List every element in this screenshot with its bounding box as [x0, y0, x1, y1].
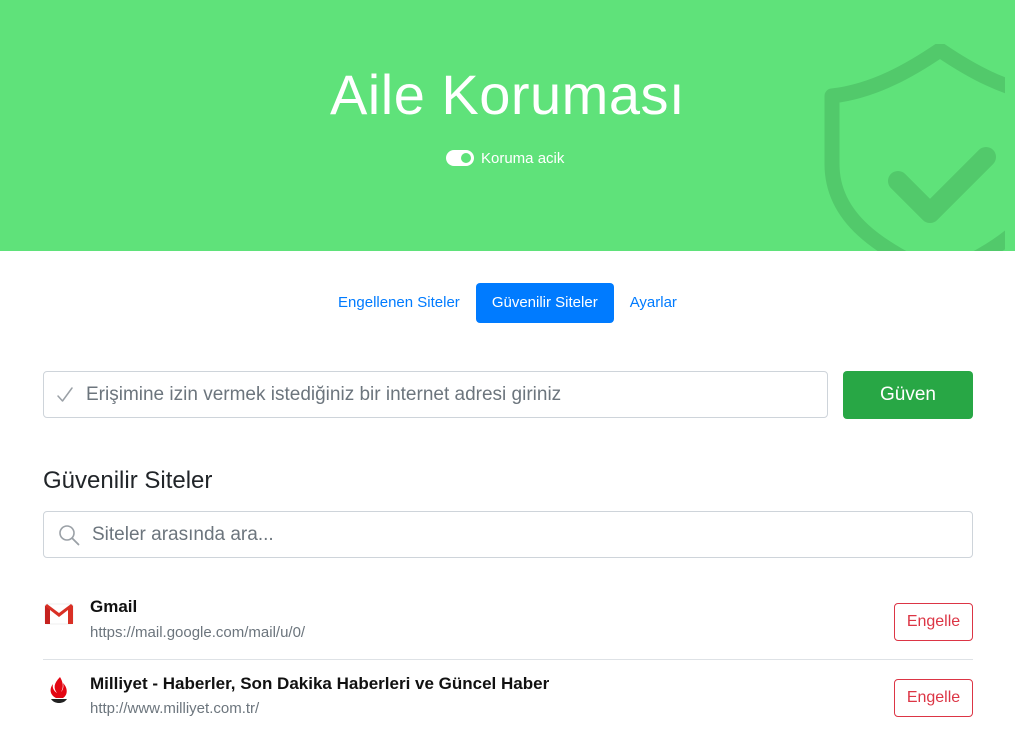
hero-banner: Aile Koruması Koruma acik [0, 0, 1015, 251]
page-title: Aile Koruması [329, 63, 686, 126]
site-title: Gmail [90, 597, 138, 616]
site-url: https://mail.google.com/mail/u/0/ [90, 624, 306, 641]
trusted-site-list: Gmail https://mail.google.com/mail/u/0/ … [43, 582, 973, 736]
protection-toggle-row: Koruma acik [446, 148, 564, 168]
add-site-field [43, 371, 828, 418]
check-icon [57, 386, 73, 402]
milliyet-icon [50, 677, 67, 703]
list-item: Milliyet - Haberler, Son Dakika Haberler… [43, 659, 973, 736]
section-title: Güvenilir Siteler [43, 467, 213, 494]
site-title: Milliyet - Haberler, Son Dakika Haberler… [90, 674, 550, 693]
block-button[interactable]: Engelle [894, 603, 973, 641]
gmail-icon [44, 603, 74, 625]
trust-button[interactable]: Güven [843, 371, 973, 419]
toggle-knob [461, 153, 471, 163]
tab-bar: Engellenen Siteler Güvenilir Siteler Aya… [0, 283, 1015, 323]
protection-toggle[interactable] [446, 150, 474, 166]
tab-settings[interactable]: Ayarlar [614, 283, 693, 323]
site-search-input[interactable] [90, 511, 972, 558]
site-search-field [43, 511, 973, 558]
list-item: Gmail https://mail.google.com/mail/u/0/ … [43, 582, 973, 659]
block-button[interactable]: Engelle [894, 679, 973, 717]
search-icon [59, 524, 80, 545]
add-site-input[interactable] [84, 371, 827, 418]
protection-toggle-label: Koruma acik [481, 149, 565, 167]
tab-trusted-sites[interactable]: Güvenilir Siteler [475, 283, 614, 323]
site-url: http://www.milliyet.com.tr/ [90, 700, 260, 717]
tab-blocked-sites[interactable]: Engellenen Siteler [322, 283, 476, 323]
